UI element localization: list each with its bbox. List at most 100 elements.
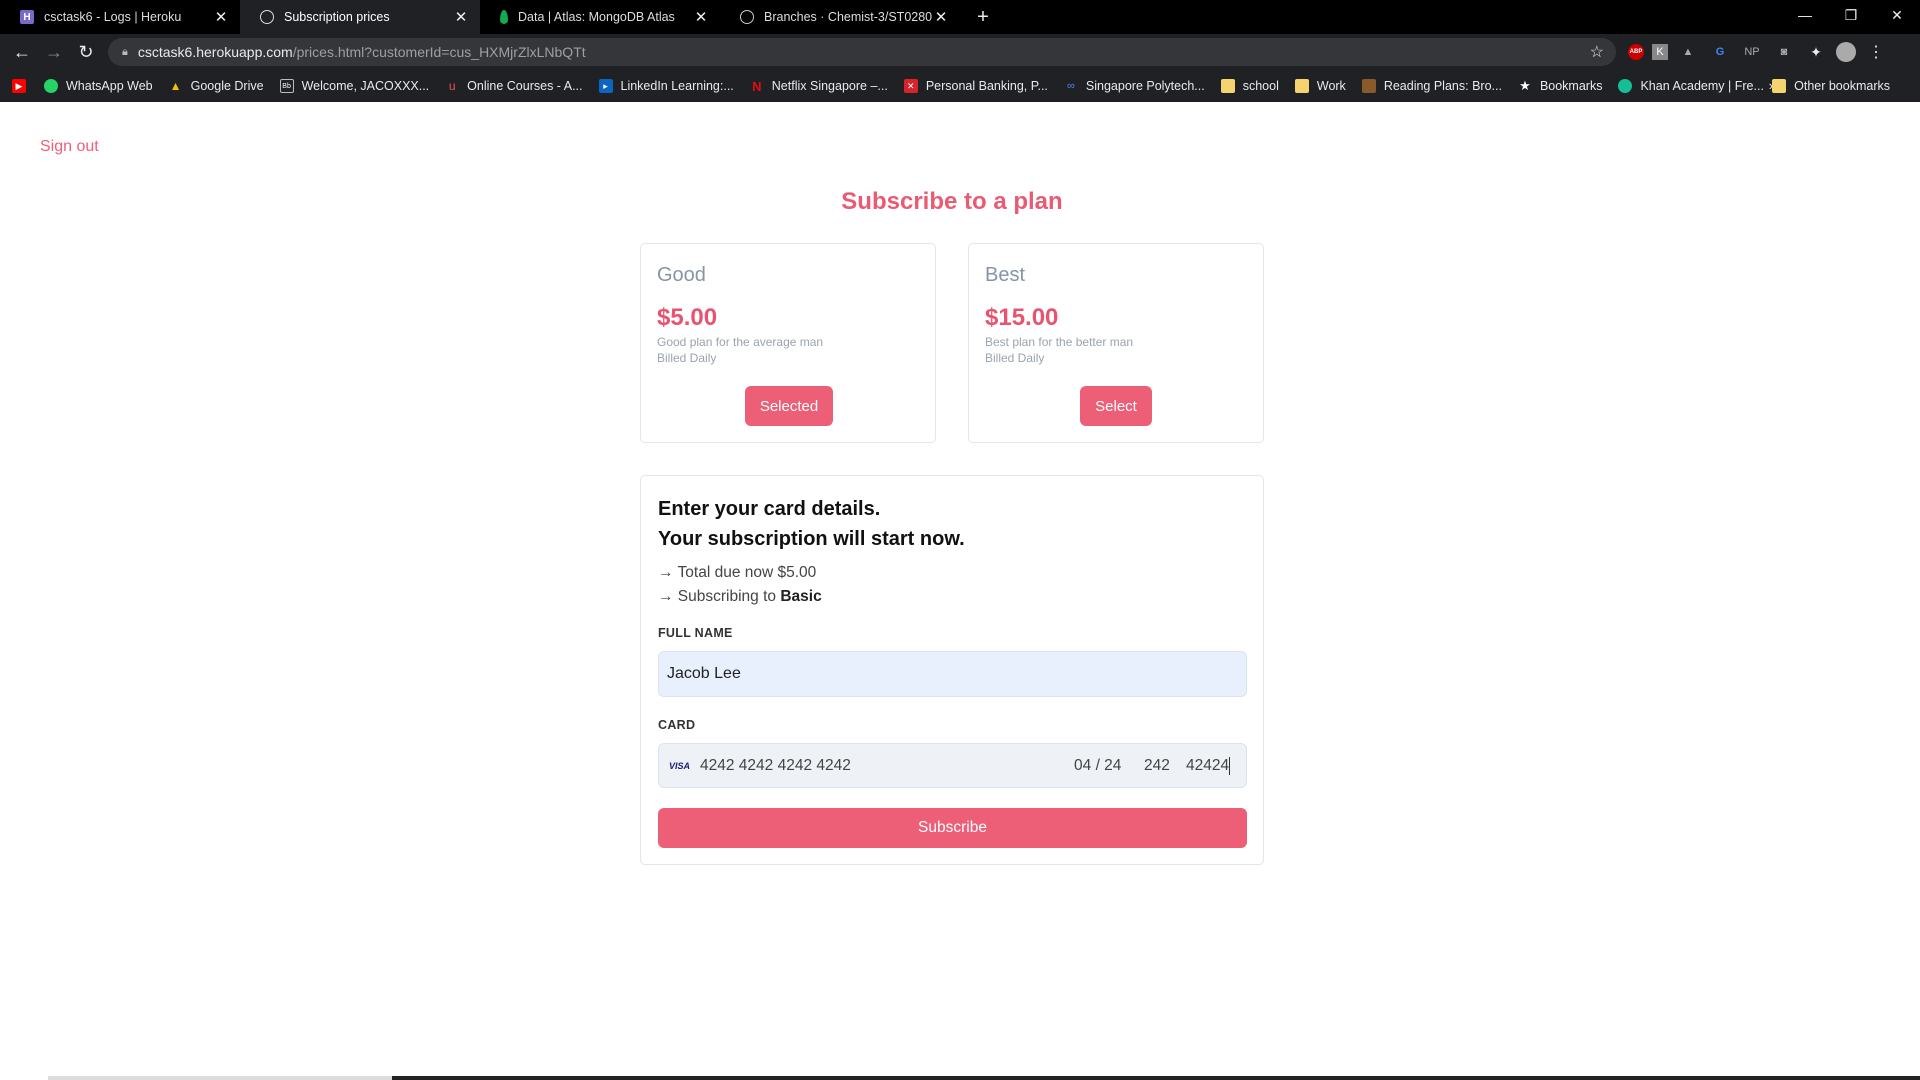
tab-mongodb-atlas[interactable]: Data | Atlas: MongoDB Atlas ✕ (480, 0, 720, 34)
card-zip-field[interactable]: 42424 (1186, 756, 1231, 775)
mongodb-leaf-icon (500, 10, 508, 24)
bookmark-label: Google Drive (190, 79, 264, 93)
bookmark-folder-school[interactable]: school (1220, 79, 1279, 93)
google-extension-icon[interactable]: G (1708, 40, 1732, 64)
np-extension-icon[interactable]: NP (1740, 40, 1764, 64)
visa-card-icon: VISA (669, 760, 691, 771)
adblock-icon[interactable]: ABP (1628, 44, 1644, 60)
profile-avatar[interactable] (1836, 42, 1856, 62)
bookmark-khan-academy[interactable]: Khan Academy | Fre... (1618, 79, 1764, 93)
subscribe-button[interactable]: Subscribe (658, 808, 1247, 848)
bookmark-label: school (1242, 79, 1279, 93)
bookmark-label: Personal Banking, P... (925, 79, 1048, 93)
reload-icon[interactable]: ↻ (70, 42, 102, 63)
youtube-icon: ▶ (12, 79, 26, 93)
globe-icon (260, 10, 274, 24)
plan-selected-button[interactable]: Selected (745, 386, 833, 426)
card-cvc-field[interactable]: 242 (1144, 757, 1186, 775)
udemy-icon: u (448, 79, 456, 93)
forward-arrow-icon[interactable]: → (38, 42, 70, 63)
close-tab-icon[interactable]: ✕ (692, 8, 710, 26)
extension-k-icon[interactable]: K (1652, 44, 1668, 60)
total-due-text: → Total due now $5.00 (658, 564, 817, 581)
bookmark-youtube[interactable]: ▶ (12, 79, 34, 93)
folder-icon (1220, 79, 1235, 93)
bookmark-label: Welcome, JACOXXX... (301, 79, 430, 93)
plan-billing: Billed Daily (657, 351, 717, 365)
bookmark-blackboard[interactable]: Bb Welcome, JACOXXX... (279, 79, 430, 93)
card-number-field[interactable]: 4242 4242 4242 4242 (700, 757, 1074, 775)
close-window-icon[interactable]: ✕ (1874, 0, 1920, 34)
bookmark-netflix[interactable]: N Netflix Singapore –... (750, 78, 888, 94)
bookmark-label: Online Courses - A... (467, 79, 583, 93)
bookmark-label: Reading Plans: Bro... (1383, 79, 1502, 93)
card-title-line1: Enter your card details. (658, 498, 881, 520)
tab-subscription-prices[interactable]: Subscription prices ✕ (240, 0, 480, 34)
close-tab-icon[interactable]: ✕ (212, 8, 230, 26)
full-name-label: FULL NAME (658, 626, 733, 640)
subscribing-to-text: → Subscribing to Basic (658, 588, 822, 606)
minimize-icon[interactable]: — (1782, 0, 1828, 34)
bookmark-folder-work[interactable]: Work (1294, 79, 1346, 93)
tab-title: Data | Atlas: MongoDB Atlas (518, 10, 675, 24)
full-name-input[interactable] (658, 651, 1247, 697)
plan-select-button[interactable]: Select (1080, 386, 1152, 426)
sp-icon: ∞ (1066, 80, 1075, 92)
close-tab-icon[interactable]: ✕ (932, 8, 950, 26)
card-details-panel: Enter your card details. Your subscripti… (640, 475, 1264, 865)
bookmark-label: LinkedIn Learning:... (620, 79, 734, 93)
bookmark-star-icon[interactable]: ☆ (1590, 42, 1604, 62)
card-input[interactable]: VISA 4242 4242 4242 4242 04 / 24 242 424… (658, 743, 1247, 788)
page-title: Subscribe to a plan (841, 188, 1063, 215)
bookmark-google-drive[interactable]: ▲ Google Drive (169, 79, 264, 93)
bible-icon (1361, 79, 1376, 93)
card-label: CARD (658, 718, 696, 732)
bookmark-singapore-poly[interactable]: ∞ Singapore Polytech... (1064, 79, 1205, 93)
blackboard-icon: Bb (279, 79, 294, 93)
bookmark-linkedin-learning[interactable]: ▸ LinkedIn Learning:... (598, 79, 734, 93)
close-tab-icon[interactable]: ✕ (452, 8, 470, 26)
bookmark-udemy[interactable]: u Online Courses - A... (445, 79, 583, 93)
bookmark-label: Bookmarks (1539, 79, 1603, 93)
window-controls: — ❐ ✕ (1782, 0, 1920, 34)
bookmark-whatsapp[interactable]: WhatsApp Web (44, 79, 153, 93)
plan-desc-text: Best plan for the better man (985, 335, 1134, 349)
tab-title: csctask6 - Logs | Heroku (44, 10, 182, 24)
bookmark-reading-plans[interactable]: Reading Plans: Bro... (1361, 79, 1502, 93)
menu-kebab-icon[interactable]: ⋮ (1864, 40, 1888, 64)
restore-icon[interactable]: ❐ (1828, 0, 1874, 34)
linkedin-icon: ▸ (598, 79, 613, 93)
new-tab-button[interactable]: + (968, 6, 998, 29)
plan-description: Best plan for the better man Billed Dail… (985, 334, 1133, 366)
tab-github-branches[interactable]: Branches · Chemist-3/ST0280-As ✕ (720, 0, 960, 34)
address-bar[interactable]: 🔒︎ csctask6.herokuapp.com/prices.html?cu… (108, 38, 1616, 66)
plan-price: $15.00 (985, 304, 1059, 331)
puzzle-icon[interactable]: ✦ (1804, 40, 1828, 64)
netflix-icon: N (752, 78, 762, 94)
heroku-icon: H (20, 10, 34, 24)
card-expiry-field[interactable]: 04 / 24 (1074, 757, 1144, 775)
url-path: /prices.html?customerId=cus_HXMjrZlxLNbQ… (292, 44, 586, 60)
url-host: csctask6.herokuapp.com (137, 44, 293, 60)
bookmark-label: Khan Academy | Fre... (1640, 79, 1764, 93)
scroll-indicator (48, 1076, 392, 1080)
bookmark-banking[interactable]: ✕ Personal Banking, P... (903, 79, 1048, 93)
bookmarks-bar: ▶ WhatsApp Web ▲ Google Drive Bb Welcome, … (0, 70, 1920, 102)
drive-extension-icon[interactable]: ▲ (1676, 40, 1700, 64)
page-bottom-border (48, 1076, 1920, 1080)
bookmark-label: Work (1316, 79, 1346, 93)
google-drive-icon: ▲ (169, 79, 182, 93)
back-arrow-icon[interactable]: ← (6, 42, 38, 63)
sign-out-link[interactable]: Sign out (40, 138, 99, 156)
tab-title: Subscription prices (284, 10, 390, 24)
plan-name: Best (985, 264, 1026, 286)
other-bookmarks[interactable]: Other bookmarks (1772, 70, 1890, 102)
bookmark-label: WhatsApp Web (66, 79, 153, 93)
folder-icon (1294, 79, 1309, 93)
star-icon: ★ (1519, 78, 1531, 93)
camera-extension-icon[interactable]: ◙ (1772, 40, 1796, 64)
tab-heroku-logs[interactable]: H csctask6 - Logs | Heroku ✕ (0, 0, 240, 34)
plan-billing: Billed Daily (985, 351, 1045, 365)
plan-card-best: Best $15.00 Best plan for the better man… (968, 243, 1264, 443)
bookmark-bookmarks[interactable]: ★ Bookmarks (1518, 78, 1603, 93)
